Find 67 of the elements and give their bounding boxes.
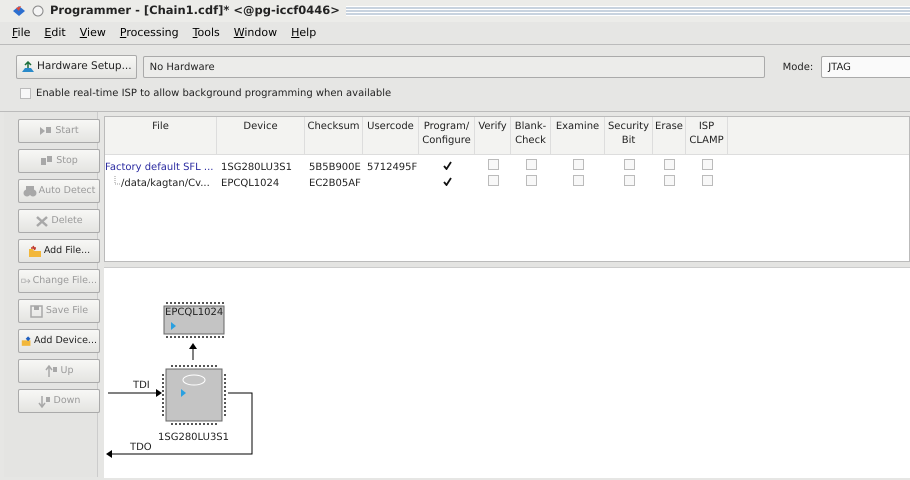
menu-item[interactable]: Help: [291, 24, 316, 42]
file-cell[interactable]: /data/kagtan/Cv...: [121, 176, 210, 190]
arrow: [189, 343, 197, 360]
menu-item[interactable]: View: [80, 24, 106, 42]
checkbox[interactable]: [664, 159, 675, 170]
down-arrow-icon: [38, 394, 52, 408]
hardware-field[interactable]: No Hardware: [142, 56, 765, 78]
mode-label: Mode:: [782, 60, 814, 74]
up-arrow-icon: [44, 364, 58, 378]
side-button[interactable]: Add Device...: [18, 329, 100, 353]
chip-label: 1SG280LU3S1: [158, 431, 230, 445]
checkbox[interactable]: [442, 160, 452, 170]
folder-icon: [28, 244, 42, 258]
x-icon: [35, 214, 50, 228]
hardware-setup-button[interactable]: Hardware Setup...: [16, 55, 137, 79]
signal-label: TDI: [133, 379, 150, 393]
column-header: ISP CLAMP: [686, 117, 728, 154]
column-header: Erase: [653, 117, 686, 154]
menu-item[interactable]: Window: [234, 24, 278, 42]
side-button[interactable]: Add File...: [18, 239, 100, 263]
checkbox[interactable]: [702, 175, 712, 186]
menu-item[interactable]: Edit: [44, 24, 66, 42]
tdi-arrow: [108, 389, 162, 397]
window-title: Programmer - [Chain1.cdf]* <@pg-iccf0446>: [50, 2, 340, 20]
checkbox[interactable]: [572, 175, 584, 186]
column-header: Checksum: [305, 117, 363, 154]
menu-item[interactable]: Processing: [120, 24, 179, 42]
binoculars-icon: [22, 184, 37, 198]
column-header: File: [105, 117, 217, 154]
fpga-chip[interactable]: [162, 365, 226, 425]
checkbox[interactable]: [624, 159, 634, 170]
checkbox[interactable]: [442, 176, 452, 186]
chip-label: EPCQL1024: [165, 306, 224, 320]
window-menu-icon: [32, 5, 44, 17]
checkbox-label: Enable real-time ISP to allow background programming when available: [36, 86, 392, 100]
checkbox[interactable]: [526, 175, 536, 186]
checkbox[interactable]: [20, 88, 31, 98]
signal-label: TDO: [130, 441, 152, 455]
table-cell: 1SG280LU3S1: [221, 162, 292, 172]
column-header: Device: [217, 117, 305, 154]
checkbox[interactable]: [572, 159, 584, 170]
column-header: Examine: [551, 117, 605, 154]
checkbox[interactable]: [664, 175, 675, 186]
mode-dropdown[interactable]: JTAG: [821, 56, 910, 78]
app-logo-icon: [12, 5, 26, 17]
file-cell[interactable]: Factory default SFL ...: [105, 160, 214, 174]
flash-chip[interactable]: [164, 302, 224, 338]
checkbox[interactable]: [702, 159, 712, 170]
column-header: Verify: [475, 117, 511, 154]
checkbox[interactable]: [488, 175, 498, 186]
column-header: Program/ Configure: [419, 117, 475, 154]
column-header: Usercode: [363, 117, 419, 154]
table-cell: 5712495F: [367, 162, 418, 172]
menu-item[interactable]: File: [12, 24, 30, 42]
table-cell: 5B5B900E: [309, 162, 361, 172]
checkbox[interactable]: [624, 175, 634, 186]
play-icon: [39, 124, 54, 138]
folder-icon: [21, 334, 32, 348]
menu-item[interactable]: Tools: [192, 24, 220, 42]
hardware-icon: [21, 61, 35, 73]
column-header: Security Bit: [605, 117, 653, 154]
column-header: Blank- Check: [511, 117, 551, 154]
checkbox[interactable]: [488, 159, 498, 170]
table-cell: EPCQL1024: [221, 178, 280, 188]
checkbox[interactable]: [526, 159, 536, 170]
stop-icon: [40, 154, 54, 168]
table-cell: EC2B05AF: [309, 178, 361, 188]
